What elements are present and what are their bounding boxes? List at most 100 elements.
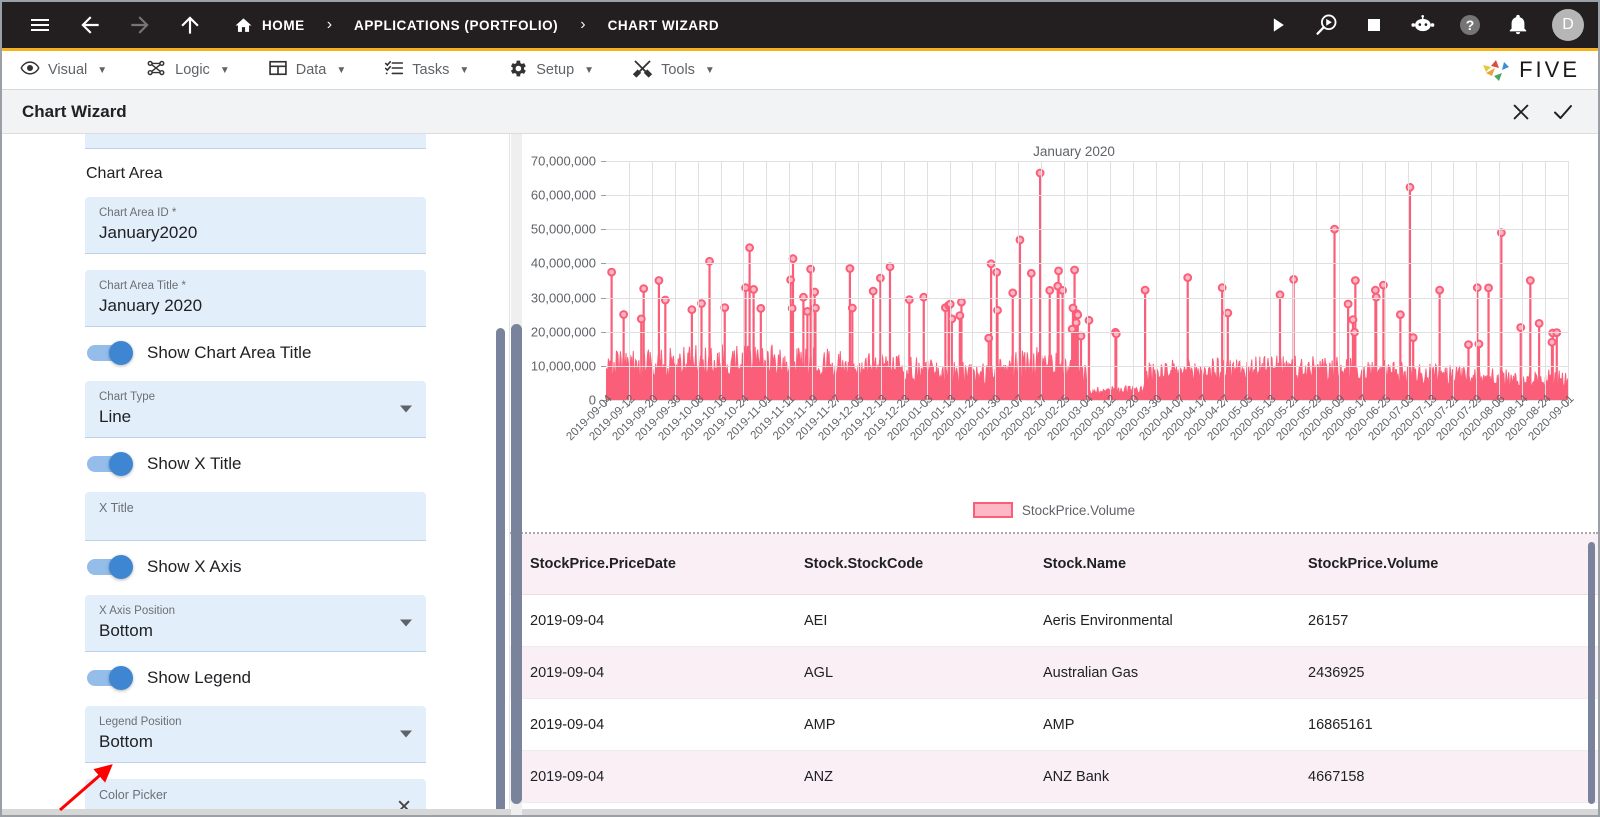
toggle-show-legend[interactable]: Show Legend	[87, 666, 487, 690]
chart-type-select[interactable]: Chart Type Line	[85, 381, 426, 438]
menu-tasks[interactable]: Tasks ▼	[366, 51, 489, 89]
column-header-stockcode[interactable]: Stock.StockCode	[784, 534, 1023, 595]
series-value-text: StockPrice.Volume	[99, 134, 412, 140]
run-icon[interactable]	[1258, 5, 1298, 45]
table-row[interactable]: 2019-09-04 AEI Aeris Environmental 26157	[510, 594, 1598, 647]
breadcrumb-applications[interactable]: APPLICATIONS (PORTFOLIO)	[342, 18, 570, 33]
grid-scrollbar-thumb[interactable]	[1588, 542, 1595, 804]
table-row[interactable]: 2019-09-04 AMP AMP 16865161	[510, 698, 1598, 751]
breadcrumb-chart-wizard[interactable]: CHART WIZARD	[596, 18, 732, 33]
x-gridline	[651, 161, 653, 400]
notifications-bell-icon[interactable]	[1498, 5, 1538, 45]
y-axis-label: 10,000,000	[530, 358, 596, 374]
chart-wizard-header: Chart Wizard	[2, 90, 1598, 134]
x-axis-position-select[interactable]: X Axis Position Bottom	[85, 595, 426, 652]
series-value-field[interactable]: StockPrice.Volume	[85, 134, 426, 149]
x-gridline	[1155, 161, 1157, 400]
arrow-left-icon[interactable]	[70, 5, 110, 45]
column-header-name[interactable]: Stock.Name	[1023, 534, 1288, 595]
breadcrumb-chart-wizard-label: CHART WIZARD	[607, 17, 720, 33]
x-gridline	[926, 161, 928, 400]
chat-bot-icon[interactable]	[1402, 5, 1442, 45]
data-grid: StockPrice.PriceDate Stock.StockCode Sto…	[510, 532, 1598, 815]
y-axis-tick	[601, 297, 606, 299]
table-cell: AGL	[784, 646, 1023, 699]
table-header-row: StockPrice.PriceDate Stock.StockCode Sto…	[510, 534, 1598, 595]
debug-search-icon[interactable]	[1306, 5, 1346, 45]
top-nav-actions: ? D	[1258, 5, 1584, 45]
column-header-volume[interactable]: StockPrice.Volume	[1288, 534, 1598, 595]
x-gridline	[995, 161, 997, 400]
chart-plot-area: 0 10,000,000 20,000,000 30,000,000 40,000,00…	[531, 154, 1569, 408]
toggle-show-chart-area-title[interactable]: Show Chart Area Title	[87, 341, 487, 365]
toggle-show-chart-area-title-label: Show Chart Area Title	[147, 343, 312, 362]
x-gridline	[1064, 161, 1066, 400]
x-gridline	[1568, 161, 1569, 400]
toggle-show-x-axis[interactable]: Show X Axis	[87, 555, 487, 579]
table-cell: 2019-09-04	[510, 698, 784, 751]
toggle-knob	[109, 341, 133, 365]
x-gridline	[1087, 161, 1088, 400]
page-title: Chart Wizard	[22, 101, 127, 121]
table-cell: 2436925	[1288, 646, 1598, 699]
stop-icon[interactable]	[1354, 5, 1394, 45]
column-header-pricedate[interactable]: StockPrice.PriceDate	[510, 534, 784, 595]
menu-visual[interactable]: Visual ▼	[2, 51, 127, 89]
table-icon	[268, 58, 288, 82]
x-title-field[interactable]: X Title	[85, 492, 426, 541]
x-gridline	[1132, 161, 1134, 400]
help-icon[interactable]: ?	[1450, 5, 1490, 45]
menu-data[interactable]: Data ▼	[250, 51, 367, 89]
legend-position-select[interactable]: Legend Position Bottom	[85, 706, 426, 763]
hamburger-menu-icon[interactable]	[20, 5, 60, 45]
table-row[interactable]: 2019-09-04 AGL Australian Gas 2436925	[510, 646, 1598, 699]
x-gridline	[835, 161, 837, 400]
close-icon[interactable]	[1500, 94, 1542, 130]
chart-area-id-field[interactable]: Chart Area ID * January2020	[85, 197, 426, 254]
x-gridline	[949, 161, 951, 400]
preview-scrollbar-thumb[interactable]	[511, 324, 522, 804]
menu-visual-label: Visual	[48, 62, 88, 78]
menu-tools[interactable]: Tools ▼	[614, 51, 735, 89]
toggle-show-x-title[interactable]: Show X Title	[87, 452, 487, 476]
breadcrumb-home[interactable]: HOME	[222, 16, 317, 35]
eye-icon	[20, 58, 40, 82]
table-cell: AEI	[784, 594, 1023, 647]
x-gridline	[903, 161, 905, 400]
menu-tasks-label: Tasks	[412, 62, 450, 78]
chevron-down-icon	[400, 619, 412, 627]
x-gridline	[1430, 161, 1432, 400]
y-axis-tick	[601, 195, 606, 197]
y-axis-label: 20,000,000	[530, 324, 596, 340]
table-cell: AMP	[1023, 698, 1288, 751]
x-axis-labels: 2019-09-04 2019-09-12 2019-09-20 2019-09-30…	[564, 389, 1576, 479]
settings-form-panel: StockPrice.Volume Chart Area Chart Area …	[2, 134, 510, 815]
toggle-switch-on[interactable]	[87, 555, 133, 579]
chart-preview: January 2020 0 10,000,000 20,000,000 30,000…	[510, 134, 1598, 532]
arrow-up-icon[interactable]	[170, 5, 210, 45]
avatar[interactable]: D	[1552, 9, 1584, 41]
toggle-switch-on[interactable]	[87, 666, 133, 690]
toggle-switch-on[interactable]	[87, 341, 133, 365]
table-body: 2019-09-04 AEI Aeris Environmental 26157 201…	[510, 594, 1598, 803]
menu-logic[interactable]: Logic ▼	[127, 51, 250, 89]
toggle-switch-on[interactable]	[87, 452, 133, 476]
table-row[interactable]: 2019-09-04 ANZ ANZ Bank 4667158	[510, 750, 1598, 803]
y-axis-tick	[601, 365, 606, 367]
x-gridline	[766, 161, 768, 400]
toggle-knob	[109, 555, 133, 579]
table-cell: 26157	[1288, 594, 1598, 647]
menu-setup[interactable]: Setup ▼	[489, 51, 614, 89]
x-gridline	[1361, 161, 1363, 400]
table-cell: 2019-09-04	[510, 750, 784, 803]
legend-position-value: Bottom	[99, 732, 153, 751]
form-scrollbar-thumb[interactable]	[496, 328, 505, 815]
chart-area-title-label: Chart Area Title *	[99, 280, 186, 292]
legend-series-name: StockPrice.Volume	[1021, 502, 1136, 518]
confirm-check-icon[interactable]	[1542, 94, 1584, 130]
x-gridline	[697, 161, 699, 400]
x-gridline	[1338, 161, 1340, 400]
breadcrumb-home-label: HOME	[262, 17, 305, 33]
x-gridline	[743, 161, 745, 400]
chart-area-title-field[interactable]: Chart Area Title * January 2020	[85, 270, 426, 327]
